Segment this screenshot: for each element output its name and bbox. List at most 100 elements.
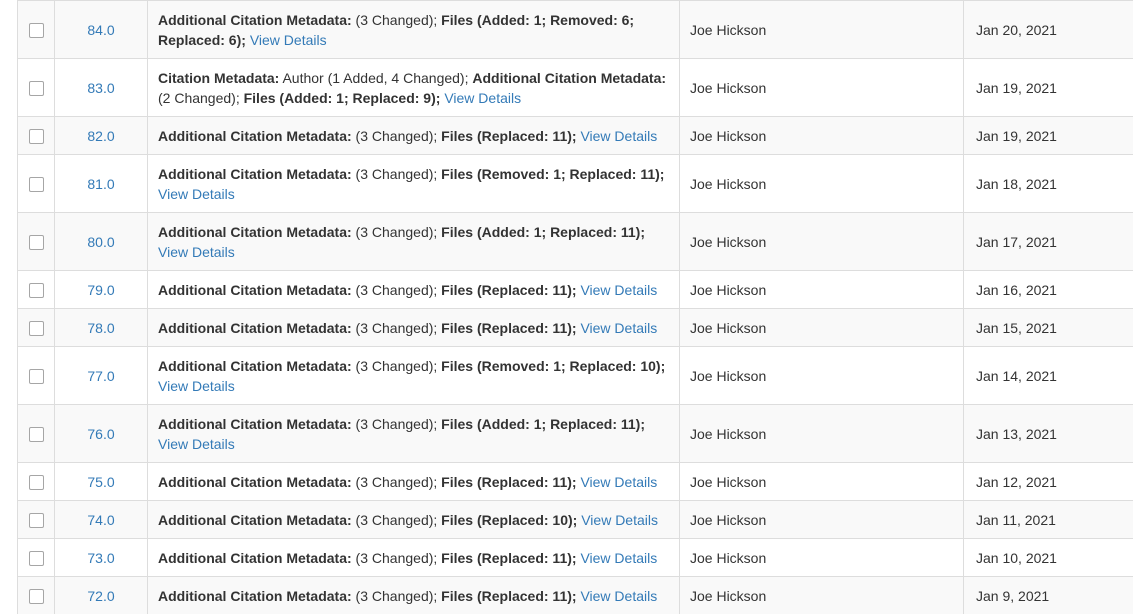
view-details-link[interactable]: View Details xyxy=(580,474,657,490)
select-cell xyxy=(18,577,55,614)
change-detail-text: Author (1 Added, 4 Changed); xyxy=(279,70,472,86)
date-cell: Jan 12, 2021 xyxy=(964,463,1133,501)
date-cell: Jan 18, 2021 xyxy=(964,155,1133,213)
change-category-label: Additional Citation Metadata: xyxy=(158,224,352,240)
select-cell xyxy=(18,1,55,59)
select-version-checkbox[interactable] xyxy=(29,427,44,442)
view-details-link[interactable]: View Details xyxy=(158,244,235,260)
select-version-checkbox[interactable] xyxy=(29,23,44,38)
version-link[interactable]: 84.0 xyxy=(87,22,114,38)
version-link[interactable]: 72.0 xyxy=(87,588,114,604)
version-cell: 76.0 xyxy=(55,405,148,463)
version-cell: 80.0 xyxy=(55,213,148,271)
version-link[interactable]: 83.0 xyxy=(87,80,114,96)
change-detail-text: (3 Changed); xyxy=(352,12,442,28)
change-category-label: Files (Replaced: 11); xyxy=(441,474,576,490)
select-version-checkbox[interactable] xyxy=(29,513,44,528)
view-details-link[interactable]: View Details xyxy=(158,436,235,452)
view-details-link[interactable]: View Details xyxy=(580,282,657,298)
change-summary-cell: Additional Citation Metadata: (3 Changed… xyxy=(148,117,680,155)
change-category-label: Files (Replaced: 10); xyxy=(441,512,577,528)
table-row: 74.0Additional Citation Metadata: (3 Cha… xyxy=(18,501,1133,539)
date-cell: Jan 20, 2021 xyxy=(964,1,1133,59)
contributor-cell: Joe Hickson xyxy=(680,309,964,347)
select-version-checkbox[interactable] xyxy=(29,81,44,96)
select-version-checkbox[interactable] xyxy=(29,235,44,250)
table-row: 73.0 Additional Citation Metadata: (3 Cha… xyxy=(18,539,1133,577)
view-details-link[interactable]: View Details xyxy=(580,128,657,144)
versions-table: 84.0 Additional Citation Metadata: (3 Cha… xyxy=(17,0,1133,614)
version-link[interactable]: 81.0 xyxy=(87,176,114,192)
version-cell: 83.0 xyxy=(55,59,148,117)
change-category-label: Files (Replaced: 11); xyxy=(441,282,576,298)
version-link[interactable]: 75.0 xyxy=(87,474,114,490)
view-details-link[interactable]: View Details xyxy=(580,320,657,336)
select-cell xyxy=(18,213,55,271)
table-row: 80.0 Additional Citation Metadata: (3 Cha… xyxy=(18,213,1133,271)
change-detail-text: (3 Changed); xyxy=(352,166,442,182)
change-category-label: Files (Removed: 1; Replaced: 10); xyxy=(441,358,665,374)
version-link[interactable]: 82.0 xyxy=(87,128,114,144)
version-link[interactable]: 73.0 xyxy=(87,550,114,566)
change-category-label: Files (Replaced: 11); xyxy=(441,320,576,336)
select-version-checkbox[interactable] xyxy=(29,177,44,192)
select-version-checkbox[interactable] xyxy=(29,283,44,298)
contributor-cell: Joe Hickson xyxy=(680,577,964,614)
view-details-link[interactable]: View Details xyxy=(444,90,521,106)
change-summary-cell: Citation Metadata: Author (1 Added, 4 Ch… xyxy=(148,59,680,117)
version-link[interactable]: 79.0 xyxy=(87,282,114,298)
view-details-link[interactable]: View Details xyxy=(158,186,235,202)
contributor-cell: Joe Hickson xyxy=(680,405,964,463)
version-cell: 77.0 xyxy=(55,347,148,405)
version-cell: 79.0 xyxy=(55,271,148,309)
date-cell: Jan 19, 2021 xyxy=(964,117,1133,155)
select-version-checkbox[interactable] xyxy=(29,475,44,490)
table-row: 83.0 Citation Metadata: Author (1 Added, … xyxy=(18,59,1133,117)
contributor-cell: Joe Hickson xyxy=(680,501,964,539)
version-cell: 72.0 xyxy=(55,577,148,614)
select-version-checkbox[interactable] xyxy=(29,369,44,384)
table-row: 78.0Additional Citation Metadata: (3 Cha… xyxy=(18,309,1133,347)
version-link[interactable]: 78.0 xyxy=(87,320,114,336)
change-category-label: Files (Replaced: 11); xyxy=(441,588,576,604)
change-category-label: Files (Removed: 1; Replaced: 11); xyxy=(441,166,664,182)
change-detail-text: (3 Changed); xyxy=(352,550,442,566)
table-row: 84.0 Additional Citation Metadata: (3 Cha… xyxy=(18,1,1133,59)
select-version-checkbox[interactable] xyxy=(29,551,44,566)
version-link[interactable]: 77.0 xyxy=(87,368,114,384)
change-category-label: Additional Citation Metadata: xyxy=(158,12,352,28)
version-link[interactable]: 74.0 xyxy=(87,512,114,528)
view-details-link[interactable]: View Details xyxy=(581,512,658,528)
change-category-label: Additional Citation Metadata: xyxy=(158,282,352,298)
version-cell: 81.0 xyxy=(55,155,148,213)
change-summary-cell: Additional Citation Metadata: (3 Changed… xyxy=(148,463,680,501)
change-category-label: Additional Citation Metadata: xyxy=(158,474,352,490)
select-cell xyxy=(18,155,55,213)
change-category-label: Additional Citation Metadata: xyxy=(158,166,352,182)
change-category-label: Additional Citation Metadata: xyxy=(158,358,352,374)
change-category-label: Additional Citation Metadata: xyxy=(158,588,352,604)
table-row: 77.0Additional Citation Metadata: (3 Cha… xyxy=(18,347,1133,405)
select-cell xyxy=(18,463,55,501)
change-category-label: Additional Citation Metadata: xyxy=(472,70,666,86)
select-version-checkbox[interactable] xyxy=(29,321,44,336)
change-detail-text: (3 Changed); xyxy=(352,224,442,240)
view-details-link[interactable]: View Details xyxy=(250,32,327,48)
select-cell xyxy=(18,59,55,117)
view-details-link[interactable]: View Details xyxy=(580,550,657,566)
select-cell xyxy=(18,117,55,155)
date-cell: Jan 13, 2021 xyxy=(964,405,1133,463)
select-version-checkbox[interactable] xyxy=(29,129,44,144)
change-summary-cell: Additional Citation Metadata: (3 Changed… xyxy=(148,539,680,577)
view-details-link[interactable]: View Details xyxy=(580,588,657,604)
date-cell: Jan 11, 2021 xyxy=(964,501,1133,539)
version-link[interactable]: 80.0 xyxy=(87,234,114,250)
date-cell: Jan 15, 2021 xyxy=(964,309,1133,347)
version-link[interactable]: 76.0 xyxy=(87,426,114,442)
change-detail-text: (3 Changed); xyxy=(352,416,442,432)
view-details-link[interactable]: View Details xyxy=(158,378,235,394)
select-version-checkbox[interactable] xyxy=(29,589,44,604)
contributor-cell: Joe Hickson xyxy=(680,539,964,577)
date-cell: Jan 16, 2021 xyxy=(964,271,1133,309)
contributor-cell: Joe Hickson xyxy=(680,347,964,405)
